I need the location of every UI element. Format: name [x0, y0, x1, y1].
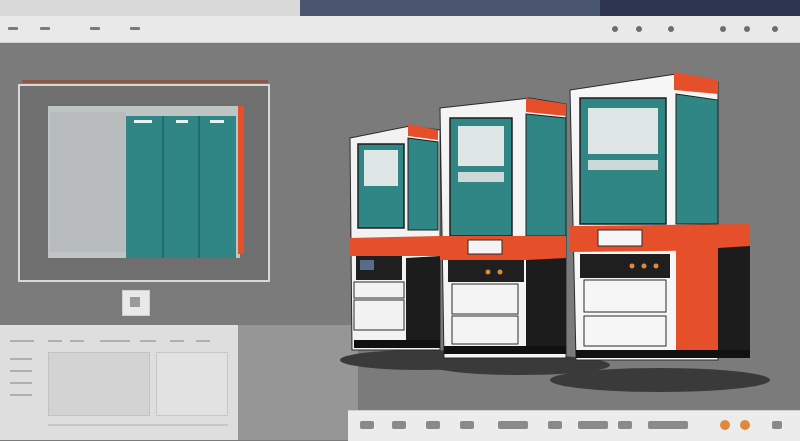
ghost-menu-item — [70, 340, 84, 342]
cabinet-label — [176, 120, 188, 123]
toolbar-icon-2[interactable] — [636, 26, 642, 32]
menu-bar — [0, 16, 800, 43]
toolbar-icon-1[interactable] — [612, 26, 618, 32]
menu-item-4[interactable] — [130, 27, 140, 30]
toolbar-button[interactable] — [618, 421, 632, 429]
ghost-preview-pane — [48, 352, 150, 416]
ghost-side-item — [10, 370, 32, 372]
toolbar-button[interactable] — [498, 421, 528, 429]
cabinet-3 — [569, 72, 750, 361]
toolbar-button[interactable] — [578, 421, 608, 429]
menu-item-1[interactable] — [8, 27, 18, 30]
cabinet-2 — [439, 97, 567, 359]
toolbar-button[interactable] — [460, 421, 474, 429]
ghost-menu-item — [196, 340, 210, 342]
record-icon[interactable] — [740, 420, 750, 430]
cabinet-divider — [198, 116, 200, 258]
ghost-menu-item — [100, 340, 130, 342]
cabinet-label — [134, 120, 152, 123]
ghost-side-item — [10, 358, 32, 360]
ghost-menu-item — [140, 340, 156, 342]
ghost-menu-item — [48, 340, 62, 342]
ghost-status-bar — [48, 424, 228, 426]
cabinet-illustration — [340, 72, 770, 392]
record-icon[interactable] — [720, 420, 730, 430]
ghost-menu-item — [10, 340, 34, 342]
ghost-side-item — [10, 394, 32, 396]
toolbar-button[interactable] — [392, 421, 406, 429]
menu-icon[interactable] — [772, 421, 782, 429]
cabinet-shadow — [550, 368, 770, 392]
menu-item-2[interactable] — [40, 27, 50, 30]
preview-accent-line — [22, 80, 268, 83]
bottom-toolbar — [348, 410, 800, 441]
toolbar-button[interactable] — [426, 421, 440, 429]
gear-icon[interactable] — [720, 26, 726, 32]
ghost-menu-item — [170, 340, 184, 342]
grid-icon[interactable] — [744, 26, 750, 32]
toolbar-button[interactable] — [648, 421, 688, 429]
toolbar-icon-3[interactable] — [668, 26, 674, 32]
preview-orange-edge — [238, 106, 244, 254]
preview-left-panel — [50, 112, 126, 252]
image-icon[interactable] — [122, 290, 150, 316]
title-bar-dark-section — [600, 0, 800, 16]
ghost-side-item — [10, 382, 32, 384]
cabinet-label — [210, 120, 224, 123]
toolbar-button[interactable] — [360, 421, 374, 429]
preview-teal-cabinet — [126, 116, 236, 258]
toolbar-button[interactable] — [548, 421, 562, 429]
close-icon[interactable] — [772, 26, 778, 32]
menu-item-3[interactable] — [90, 27, 100, 30]
ghost-preview-pane — [156, 352, 228, 416]
cabinet-divider — [162, 116, 164, 258]
cabinet-1 — [349, 124, 441, 351]
